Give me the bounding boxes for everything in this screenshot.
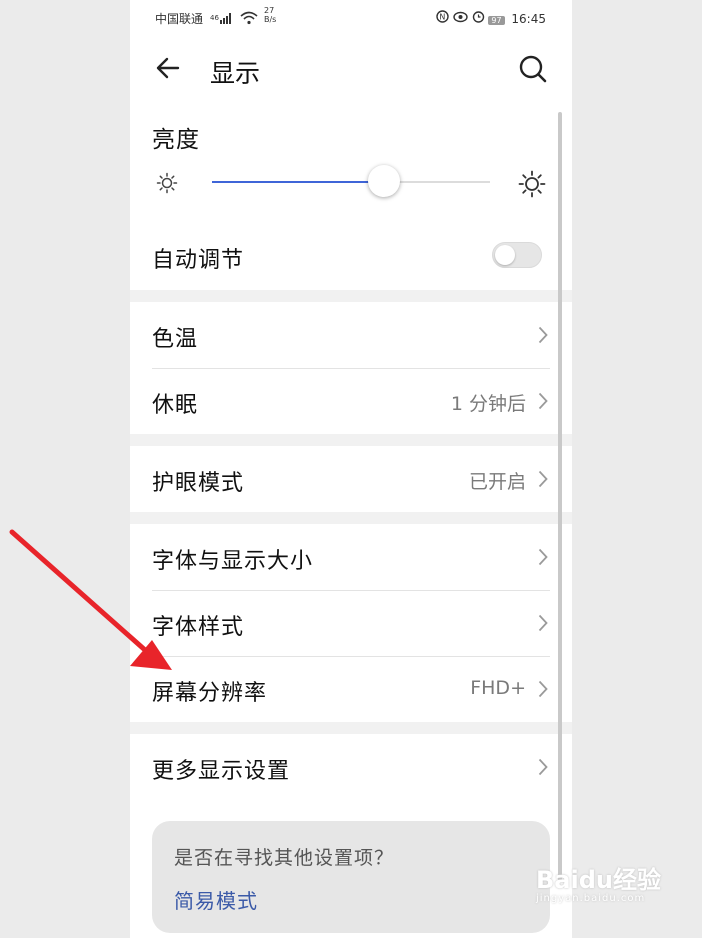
toggle-knob [495, 245, 515, 265]
brightness-slider-thumb[interactable] [368, 165, 401, 197]
item-label: 更多显示设置 [152, 759, 291, 784]
status-bar: 中国联通 46 27 B/s N 97 16:45 [130, 0, 572, 36]
chevron-right-icon [538, 470, 548, 488]
clock-time: 16:45 [511, 12, 546, 26]
list-item-color-temperature[interactable]: 色温 [130, 302, 572, 368]
search-suggestion-box: 是否在寻找其他设置项？ 简易模式 [152, 821, 550, 933]
chevron-right-icon [538, 758, 548, 776]
speed-unit: B/s [264, 15, 277, 24]
eye-comfort-card: 护眼模式 已开启 [130, 446, 572, 512]
brightness-slider-fill [212, 181, 385, 183]
brightness-high-icon [518, 170, 546, 202]
svg-text:N: N [439, 13, 445, 22]
item-value: 已开启 [468, 471, 526, 493]
brightness-card: 亮度 自动调节 [130, 108, 572, 290]
status-right: N 97 16:45 [436, 10, 546, 26]
list-item-sleep[interactable]: 休眠 1 分钟后 [130, 368, 572, 434]
auto-adjust-label: 自动调节 [152, 248, 245, 273]
item-label: 色温 [152, 327, 199, 352]
list-item-eye-comfort[interactable]: 护眼模式 已开启 [130, 446, 572, 512]
item-value: 1 分钟后 [450, 393, 526, 415]
chevron-right-icon [538, 326, 548, 344]
eye-comfort-icon [453, 11, 472, 26]
chevron-right-icon [538, 548, 548, 566]
wifi-icon [240, 11, 258, 28]
brightness-low-icon [156, 172, 178, 198]
scrollbar[interactable] [558, 112, 562, 882]
svg-text:46: 46 [210, 14, 219, 22]
chevron-right-icon [538, 614, 548, 632]
list-item-more-display-settings[interactable]: 更多显示设置 [130, 734, 572, 800]
brightness-slider[interactable] [212, 165, 490, 197]
suggestion-question: 是否在寻找其他设置项？ [174, 847, 395, 869]
battery-level: 97 [488, 16, 505, 25]
auto-adjust-toggle[interactable] [492, 242, 542, 268]
speed-value: 27 [264, 6, 275, 15]
chevron-right-icon [538, 392, 548, 410]
settings-screen: 中国联通 46 27 B/s N 97 16:45 显示 亮度 自动调节 色温 … [130, 0, 572, 938]
nfc-icon: N [436, 10, 453, 26]
network-speed: 27 B/s [264, 6, 276, 24]
search-icon[interactable] [518, 54, 548, 84]
watermark-brand: Baidu经验 [536, 866, 661, 894]
brightness-label: 亮度 [152, 127, 200, 153]
chevron-right-icon [538, 680, 548, 698]
alarm-icon [472, 11, 489, 26]
annotation-arrow-icon [9, 529, 172, 670]
item-label: 休眠 [152, 393, 199, 418]
back-arrow-icon[interactable] [152, 52, 184, 84]
carrier-label: 中国联通 [155, 12, 204, 26]
baidu-jingyan-watermark: Baidu经验 jingyan.baidu.com [536, 860, 661, 904]
watermark-url: jingyan.baidu.com [536, 893, 646, 904]
item-label: 护眼模式 [152, 471, 245, 496]
app-bar: 显示 [130, 36, 572, 108]
signal-icon: 46 [210, 12, 236, 27]
item-value: FHD+ [470, 677, 526, 699]
color-sleep-card: 色温 休眠 1 分钟后 [130, 302, 572, 434]
page-title: 显示 [210, 59, 261, 88]
simple-mode-link[interactable]: 简易模式 [174, 885, 258, 914]
